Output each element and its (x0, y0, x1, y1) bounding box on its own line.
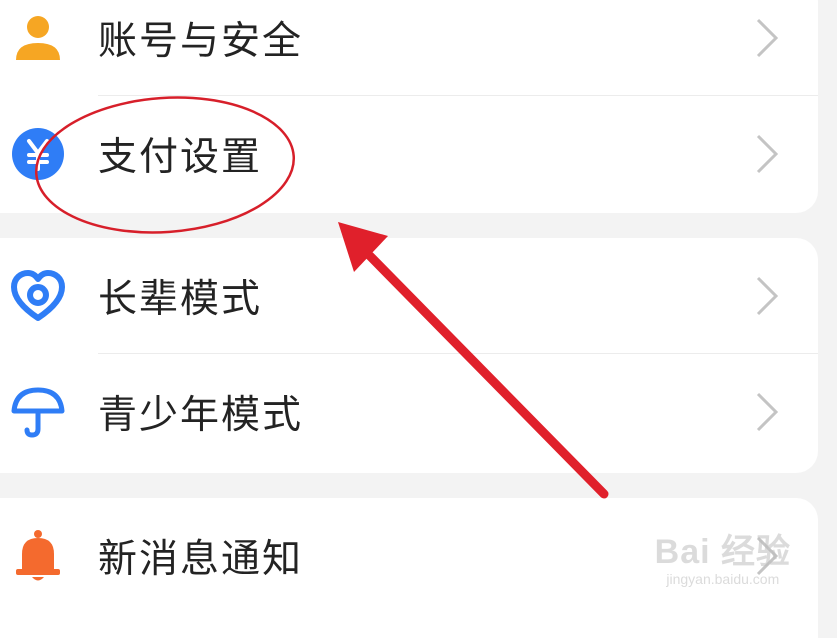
user-icon (16, 16, 60, 60)
menu-item-teen-mode[interactable]: 青少年模式 (0, 354, 818, 470)
heart-ring-icon (11, 270, 65, 321)
umbrella-icon (11, 387, 65, 438)
menu-item-label: 支付设置 (98, 135, 263, 180)
chevron-right-icon (756, 392, 779, 432)
chevron-right-icon (756, 536, 779, 576)
menu-item-payment-settings[interactable]: 支付设置 (0, 96, 818, 212)
chevron-right-icon (756, 134, 779, 174)
menu-item-label: 新消息通知 (98, 537, 304, 582)
yen-coin-icon (12, 128, 64, 180)
menu-item-elder-mode[interactable]: 长辈模式 (0, 238, 818, 354)
chevron-right-icon (756, 276, 779, 316)
menu-item-new-message-notification[interactable]: 新消息通知 (0, 498, 818, 614)
settings-group-3: 新消息通知 (0, 498, 818, 638)
bell-icon (16, 530, 60, 581)
settings-group-1: 账号与安全 支付设置 (0, 0, 818, 213)
settings-group-2: 长辈模式 青少年模式 (0, 238, 818, 473)
menu-item-label: 青少年模式 (98, 393, 304, 438)
menu-item-label: 账号与安全 (98, 19, 304, 64)
menu-item-account-security[interactable]: 账号与安全 (0, 0, 818, 96)
chevron-right-icon (756, 18, 779, 58)
menu-item-label: 长辈模式 (98, 277, 263, 322)
